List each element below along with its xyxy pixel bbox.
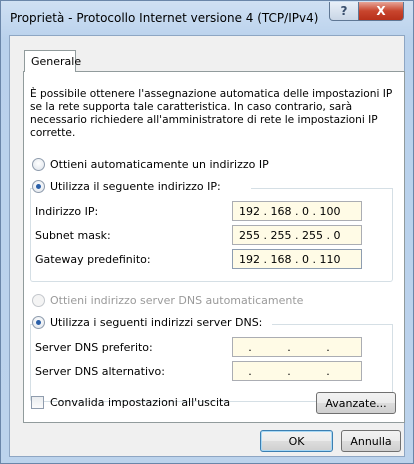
radio-dns-manual-label[interactable]: Utilizza i seguenti indirizzi server DNS… [50, 316, 267, 329]
help-icon: ? [340, 4, 348, 18]
validate-checkbox[interactable] [31, 396, 44, 409]
dns-alternate-label: Server DNS alternativo: [35, 365, 165, 378]
radio-dns-auto[interactable] [32, 294, 45, 307]
description-text: È possibile ottenere l'assegnazione auto… [30, 88, 393, 139]
gateway-input[interactable]: 192 . 168 . 0 . 110 [232, 249, 362, 269]
help-button[interactable]: ? [329, 2, 359, 21]
radio-dns-auto-label[interactable]: Ottieni indirizzo server DNS automaticam… [50, 294, 303, 307]
dns-preferred-label: Server DNS preferito: [35, 341, 153, 354]
dialog-window: Proprietà - Protocollo Internet versione… [0, 0, 414, 464]
ip-address-label: Indirizzo IP: [35, 205, 99, 218]
cancel-button[interactable]: Annulla [341, 430, 401, 452]
dns-alternate-input[interactable]: . . . [232, 361, 362, 381]
tab-generale[interactable]: Generale [24, 50, 81, 72]
radio-dns-manual[interactable] [32, 316, 45, 329]
radio-ip-auto-label[interactable]: Ottieni automaticamente un indirizzo IP [50, 158, 269, 171]
radio-ip-manual[interactable] [32, 180, 45, 193]
gateway-label: Gateway predefinito: [35, 253, 151, 266]
ok-button[interactable]: OK [260, 430, 333, 452]
dialog-client-area: Generale È possibile ottenere l'assegnaz… [9, 35, 405, 457]
close-icon: X [376, 4, 386, 18]
close-button[interactable]: X [358, 2, 404, 21]
ip-address-input[interactable]: 192 . 168 . 0 . 100 [232, 201, 362, 221]
window-title: Proprietà - Protocollo Internet versione… [10, 11, 319, 25]
advanced-button[interactable]: Avanzate... [316, 392, 396, 414]
tab-panel-generale: È possibile ottenere l'assegnazione auto… [23, 71, 405, 423]
title-bar[interactable]: Proprietà - Protocollo Internet versione… [1, 1, 413, 35]
radio-ip-auto[interactable] [32, 158, 45, 171]
dns-preferred-input[interactable]: . . . [232, 337, 362, 357]
subnet-mask-label: Subnet mask: [35, 229, 111, 242]
validate-label[interactable]: Convalida impostazioni all'uscita [50, 396, 230, 409]
radio-ip-manual-label[interactable]: Utilizza il seguente indirizzo IP: [50, 180, 225, 193]
subnet-mask-input[interactable]: 255 . 255 . 255 . 0 [232, 225, 362, 245]
